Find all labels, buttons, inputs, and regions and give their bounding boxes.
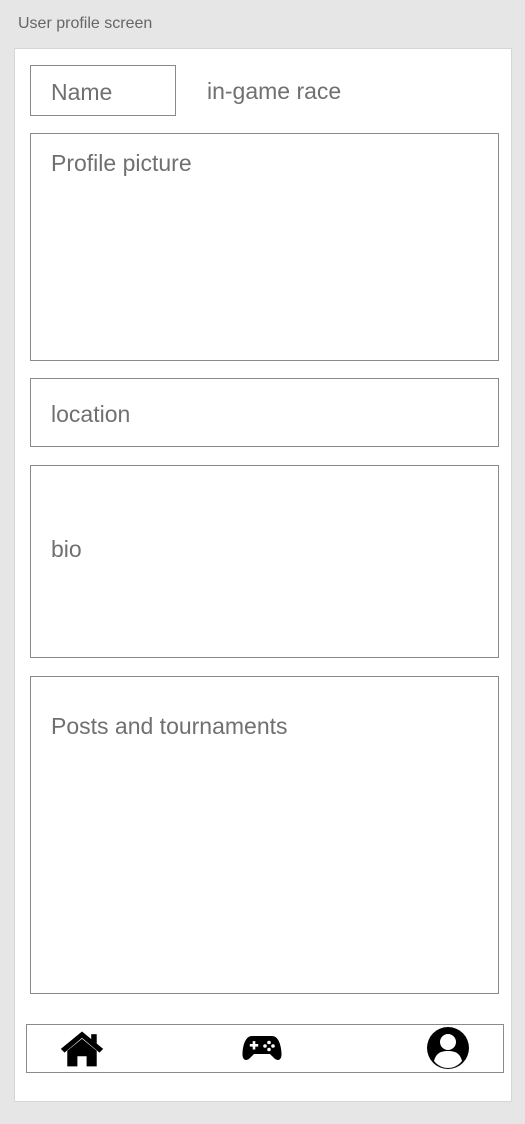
in-game-race-label: in-game race: [207, 78, 342, 104]
gamepad-icon: [242, 1036, 282, 1061]
bio-label: bio: [51, 536, 82, 562]
bio-field[interactable]: bio: [30, 465, 499, 658]
frame-title: User profile screen: [18, 15, 153, 32]
posts-and-tournaments-label: Posts and tournaments: [51, 713, 288, 739]
posts-and-tournaments-section[interactable]: Posts and tournaments: [30, 676, 499, 994]
bottom-navigation-bar: [26, 1024, 504, 1073]
profile-nav-button[interactable]: [425, 1027, 471, 1069]
name-label: Name: [51, 79, 113, 105]
profile-screen: Name in-game race Profile picture locati…: [14, 48, 512, 1102]
location-field[interactable]: location: [30, 378, 499, 447]
location-label: location: [51, 401, 131, 427]
home-icon: [60, 1031, 104, 1067]
profile-picture-label: Profile picture: [51, 150, 192, 176]
games-nav-button[interactable]: [239, 1027, 285, 1069]
name-field[interactable]: Name: [30, 65, 176, 116]
home-nav-button[interactable]: [59, 1027, 105, 1069]
user-profile-icon: [427, 1027, 469, 1069]
profile-picture-area[interactable]: Profile picture: [30, 133, 499, 361]
